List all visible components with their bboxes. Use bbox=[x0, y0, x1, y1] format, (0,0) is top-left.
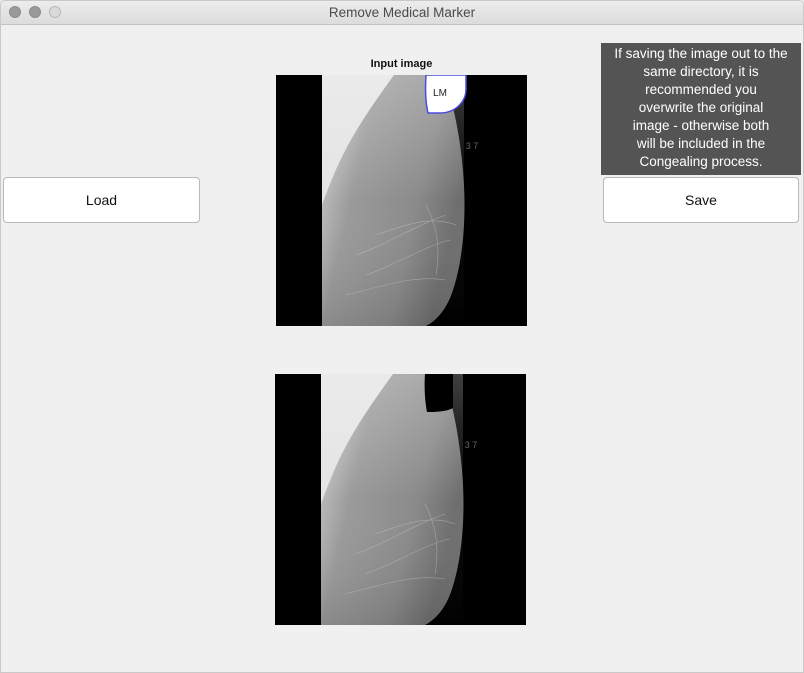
marker-text: LM bbox=[433, 88, 447, 99]
mirrored-label: 3 7 bbox=[466, 141, 479, 151]
tooltip-line: same directory, it is bbox=[643, 64, 759, 79]
title-bar: Remove Medical Marker bbox=[1, 1, 803, 25]
mirrored-label: 3 7 bbox=[465, 440, 478, 450]
tooltip-line: Congealing process. bbox=[639, 154, 763, 169]
tooltip-line: image - otherwise both bbox=[632, 118, 770, 133]
save-button[interactable]: Save bbox=[603, 177, 799, 223]
output-image-axes: 3 7 bbox=[275, 374, 526, 625]
tooltip-line: If saving the image out to the bbox=[614, 46, 788, 61]
input-image-axes: LM 3 7 bbox=[276, 75, 527, 326]
mammogram-output-image: 3 7 bbox=[275, 374, 526, 625]
tooltip-line: will be included in the bbox=[636, 136, 766, 151]
save-tooltip: If saving the image out to the same dire… bbox=[601, 43, 801, 175]
input-image-title: Input image bbox=[370, 58, 433, 70]
tooltip-line: overwrite the original bbox=[638, 100, 764, 115]
removed-marker-region bbox=[424, 374, 453, 412]
load-button[interactable]: Load bbox=[3, 177, 200, 223]
app-window: Remove Medical Marker Load If saving the… bbox=[0, 0, 804, 673]
tooltip-line: recommended you bbox=[645, 82, 757, 97]
window-title: Remove Medical Marker bbox=[328, 5, 476, 20]
mammogram-input-image: LM 3 7 bbox=[276, 75, 527, 326]
